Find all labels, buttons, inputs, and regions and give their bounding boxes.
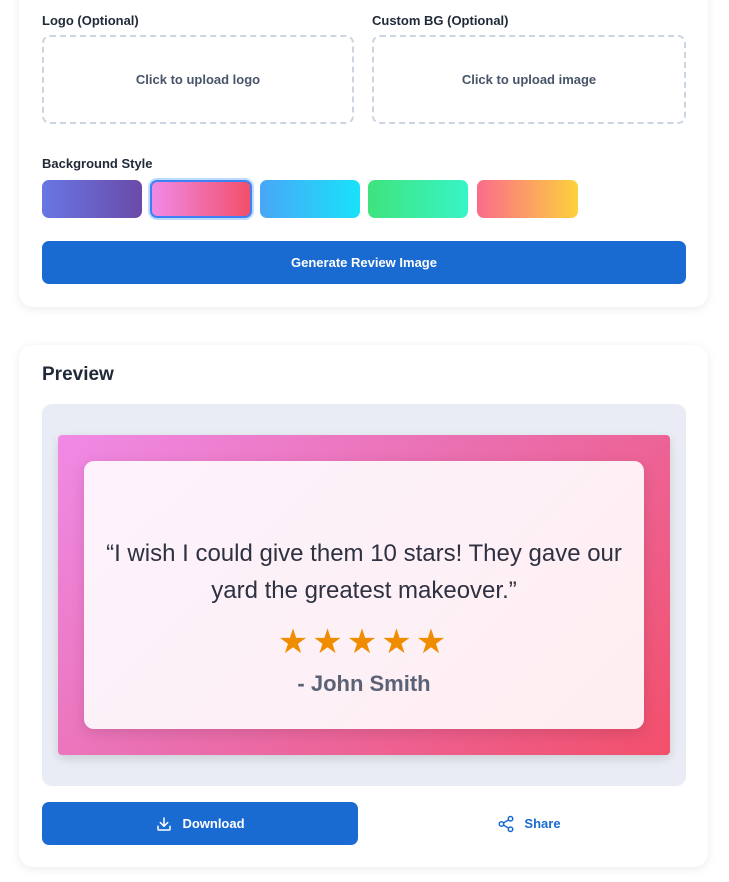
custom-bg-upload-dropzone[interactable]: Click to upload image	[372, 35, 686, 124]
download-button[interactable]: Download	[42, 802, 358, 845]
review-author: - John Smith	[297, 671, 431, 696]
star-rating: ★★★★★	[277, 623, 451, 661]
logo-upload-dropzone[interactable]: Click to upload logo	[42, 35, 354, 124]
swatch-blue-cyan[interactable]	[260, 180, 360, 218]
swatch-coral-yellow[interactable]	[477, 180, 578, 218]
swatch-purple-indigo[interactable]	[42, 180, 142, 218]
background-style-label: Background Style	[42, 156, 153, 171]
download-label: Download	[182, 816, 245, 831]
share-label: Share	[524, 816, 561, 831]
share-icon	[497, 815, 515, 833]
generate-review-button[interactable]: Generate Review Image	[42, 241, 686, 284]
preview-title: Preview	[42, 364, 114, 385]
share-button[interactable]: Share	[372, 802, 686, 845]
swatch-pink-red[interactable]	[150, 180, 252, 218]
download-icon	[155, 815, 173, 833]
review-quote: “I wish I could give them 10 stars! They…	[106, 540, 622, 604]
swatch-green-teal[interactable]	[368, 180, 468, 218]
custom-bg-label: Custom BG (Optional)	[372, 13, 509, 28]
logo-label: Logo (Optional)	[42, 13, 139, 28]
